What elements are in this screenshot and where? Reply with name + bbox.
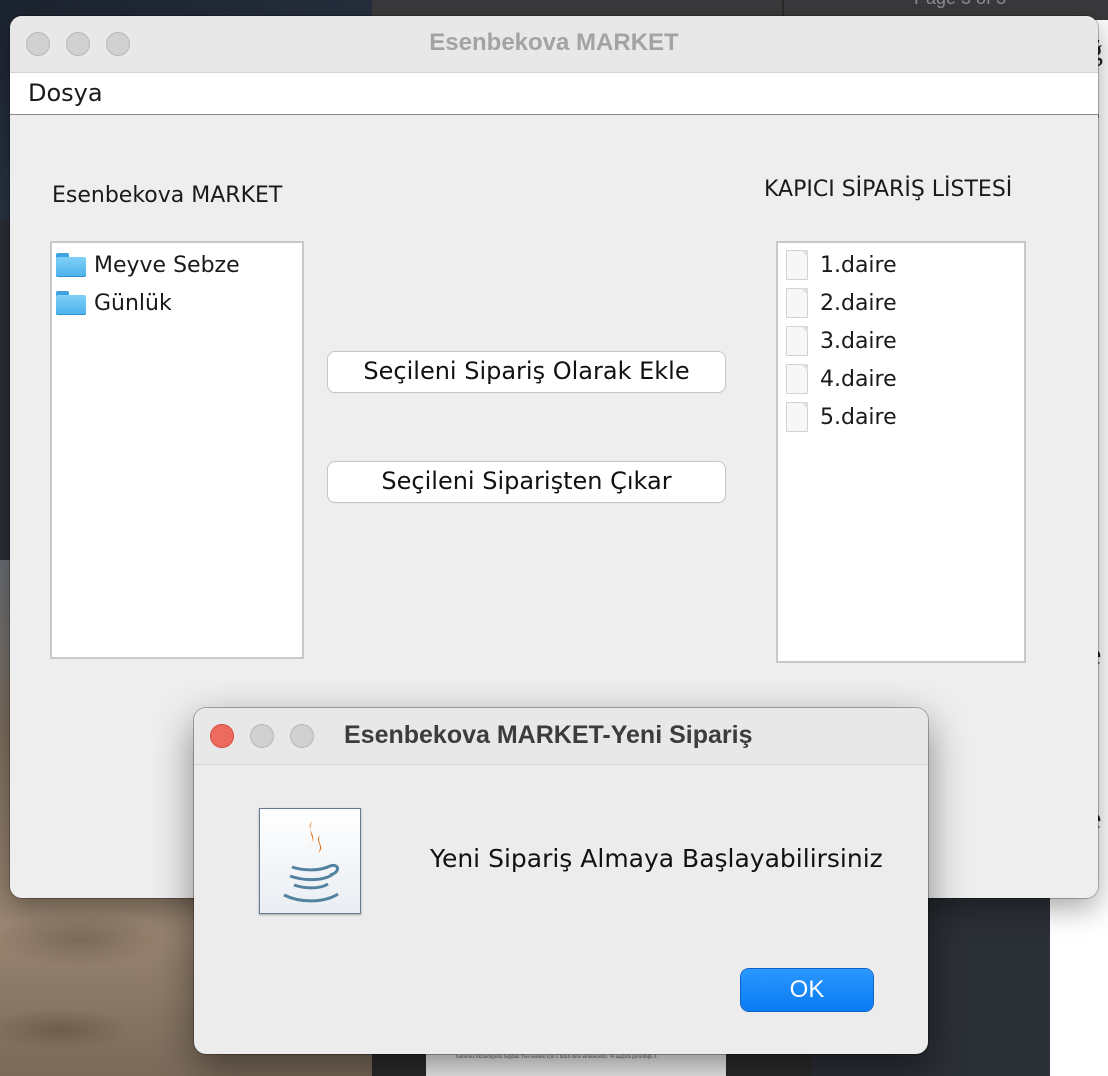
folder-icon bbox=[56, 291, 86, 315]
order-item-label: 1.daire bbox=[820, 252, 897, 278]
order-item[interactable]: 5.daire bbox=[782, 399, 897, 435]
tree-item-label: Meyve Sebze bbox=[94, 252, 240, 278]
window-title: Esenbekova MARKET bbox=[429, 29, 679, 56]
file-icon bbox=[786, 364, 808, 394]
order-item-label: 4.daire bbox=[820, 366, 897, 392]
order-list-label: KAPICI SİPARİŞ LİSTESİ bbox=[764, 177, 1013, 202]
market-tree[interactable]: Meyve Sebze Günlük bbox=[50, 241, 304, 659]
file-icon bbox=[786, 326, 808, 356]
folder-icon bbox=[56, 253, 86, 277]
dialog-minimize-button[interactable] bbox=[250, 724, 274, 748]
file-icon bbox=[786, 250, 808, 280]
order-item[interactable]: 1.daire bbox=[782, 247, 897, 283]
market-label: Esenbekova MARKET bbox=[52, 183, 283, 208]
add-to-order-button[interactable]: Seçileni Sipariş Olarak Ekle bbox=[328, 352, 725, 392]
order-item[interactable]: 2.daire bbox=[782, 285, 897, 321]
order-item-label: 5.daire bbox=[820, 404, 897, 430]
file-icon bbox=[786, 288, 808, 318]
order-item[interactable]: 4.daire bbox=[782, 361, 897, 397]
ok-button[interactable]: OK bbox=[741, 969, 873, 1011]
order-item-label: 3.daire bbox=[820, 328, 897, 354]
new-order-dialog: Esenbekova MARKET-Yeni Sipariş Yeni Sipa… bbox=[194, 708, 928, 1054]
dialog-message: Yeni Sipariş Almaya Başlayabilirsiniz bbox=[430, 844, 883, 873]
tree-item-label: Günlük bbox=[94, 290, 172, 316]
dialog-title: Esenbekova MARKET-Yeni Sipariş bbox=[344, 721, 753, 749]
order-item[interactable]: 3.daire bbox=[782, 323, 897, 359]
tree-item-meyve-sebze[interactable]: Meyve Sebze bbox=[56, 247, 240, 283]
menu-bar: Dosya bbox=[10, 73, 1098, 115]
dialog-zoom-button[interactable] bbox=[290, 724, 314, 748]
background-page-label: Page 3 of 3 bbox=[914, 0, 1006, 9]
paper-line: butonuna tıklandığında Sağdaki Tree nesn… bbox=[456, 1055, 658, 1060]
remove-from-order-button[interactable]: Seçileni Siparişten Çıkar bbox=[328, 462, 725, 502]
dialog-titlebar[interactable]: Esenbekova MARKET-Yeni Sipariş bbox=[194, 708, 928, 765]
java-icon bbox=[259, 808, 361, 914]
main-titlebar[interactable]: Esenbekova MARKET bbox=[10, 16, 1098, 73]
menu-file[interactable]: Dosya bbox=[28, 79, 103, 107]
order-item-label: 2.daire bbox=[820, 290, 897, 316]
dialog-close-button[interactable] bbox=[210, 724, 234, 748]
tree-item-gunluk[interactable]: Günlük bbox=[56, 285, 172, 321]
file-icon bbox=[786, 402, 808, 432]
order-list-tree[interactable]: 1.daire 2.daire 3.daire 4.daire 5.daire bbox=[776, 241, 1026, 663]
